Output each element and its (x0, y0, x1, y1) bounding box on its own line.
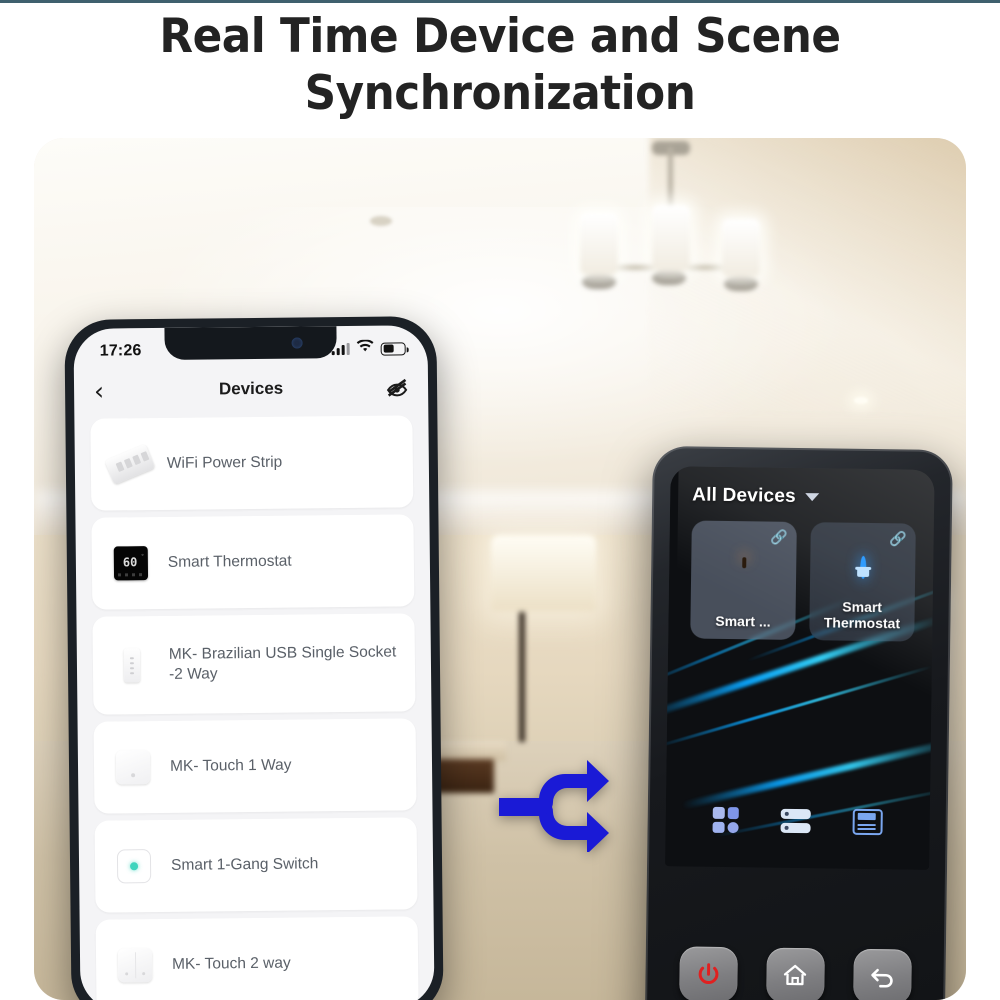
device-card[interactable]: 🔗 Smart Thermostat (809, 522, 916, 642)
eye-slash-icon[interactable] (382, 377, 408, 397)
list-item-label: MK- Touch 2 way (172, 954, 291, 973)
device-card-label: Smart Thermostat (823, 598, 901, 632)
top-divider (0, 0, 1000, 3)
smart-panel-remote: All Devices 🔗 Smart ... 🔗 Smart Thermost… (643, 445, 953, 1000)
list-item-label: Smart Thermostat (167, 552, 292, 571)
panel-bottom-nav (666, 806, 930, 836)
power-button[interactable] (679, 946, 739, 1000)
downlight-icon (854, 396, 869, 404)
touch-switch-1-icon (110, 744, 156, 790)
page-header-title: Devices (218, 378, 284, 399)
page-title-line-1: Real Time Device and Scene (159, 9, 841, 64)
front-camera-icon (291, 337, 303, 349)
back-arrow-icon (870, 968, 893, 988)
status-time: 17:26 (99, 342, 142, 360)
panel-header: All Devices (670, 466, 935, 510)
status-icons (331, 339, 406, 358)
panel-screen: All Devices 🔗 Smart ... 🔗 Smart Thermost… (665, 466, 935, 870)
power-strip-icon (104, 441, 156, 487)
usb-socket-icon (109, 642, 155, 688)
sync-arrows-icon (489, 742, 617, 854)
floor-lamp (490, 534, 596, 611)
page-title: Real Time Device and Scene Synchronizati… (35, 8, 965, 122)
device-card-label: Smart ... (715, 612, 771, 630)
phone-nav-bar: ‹ Devices (74, 365, 428, 413)
chevron-down-icon[interactable] (804, 493, 819, 502)
gang-switch-icon (111, 843, 157, 889)
back-button[interactable]: ‹ (94, 376, 120, 405)
list-item[interactable]: MK- Brazilian USB Single Socket -2 Way (92, 613, 416, 715)
panel-title: All Devices (692, 484, 796, 507)
list-item-label: MK- Touch 1 Way (169, 756, 292, 775)
lamp-pole (518, 612, 525, 743)
list-item[interactable]: MK- Touch 2 way (95, 916, 419, 1000)
list-item-label: WiFi Power Strip (166, 453, 283, 472)
wifi-icon (356, 339, 374, 358)
device-card[interactable]: 🔗 Smart ... (690, 520, 797, 640)
power-icon (698, 962, 719, 984)
home-button[interactable] (766, 947, 825, 1000)
dashboard-panel-icon[interactable] (852, 808, 883, 836)
list-item[interactable]: MK- Touch 1 Way (93, 718, 417, 814)
hero-photo: 17:26 ‹ Devices WiFi Power Strip 60 ° Sm… (34, 138, 966, 1000)
link-icon[interactable]: 🔗 (889, 530, 907, 546)
list-item[interactable]: WiFi Power Strip (90, 415, 414, 511)
list-item-label: MK- Brazilian USB Single Socket -2 Way (168, 643, 397, 683)
list-item-label: Smart 1-Gang Switch (170, 855, 319, 874)
battery-icon (380, 341, 406, 356)
page-title-line-2: Synchronization (304, 66, 696, 121)
touch-switch-2-icon (112, 942, 158, 988)
phone-screen: 17:26 ‹ Devices WiFi Power Strip 60 ° Sm… (73, 325, 435, 1000)
device-list[interactable]: WiFi Power Strip 60 ° Smart Thermostat M… (74, 409, 434, 1000)
list-item[interactable]: 60 ° Smart Thermostat (91, 514, 415, 610)
smoke-detector-icon (369, 215, 392, 226)
panel-device-cards: 🔗 Smart ... 🔗 Smart Thermostat (668, 506, 934, 642)
home-icon (784, 964, 807, 986)
hardware-button-row (645, 946, 946, 1000)
phone-notch (164, 326, 337, 360)
list-item[interactable]: Smart 1-Gang Switch (94, 817, 418, 913)
grid-apps-icon[interactable] (712, 806, 739, 834)
thermostat-icon: 60 ° (108, 540, 154, 586)
link-icon[interactable]: 🔗 (770, 529, 788, 545)
list-rows-icon[interactable] (780, 808, 811, 834)
chandelier (556, 140, 786, 347)
thermostat-dial-icon (859, 555, 866, 579)
page-root: Real Time Device and Scene Synchronizati… (0, 0, 1000, 1000)
smartphone-device: 17:26 ‹ Devices WiFi Power Strip 60 ° Sm… (64, 316, 444, 1000)
back-button-hw[interactable] (852, 948, 912, 1000)
